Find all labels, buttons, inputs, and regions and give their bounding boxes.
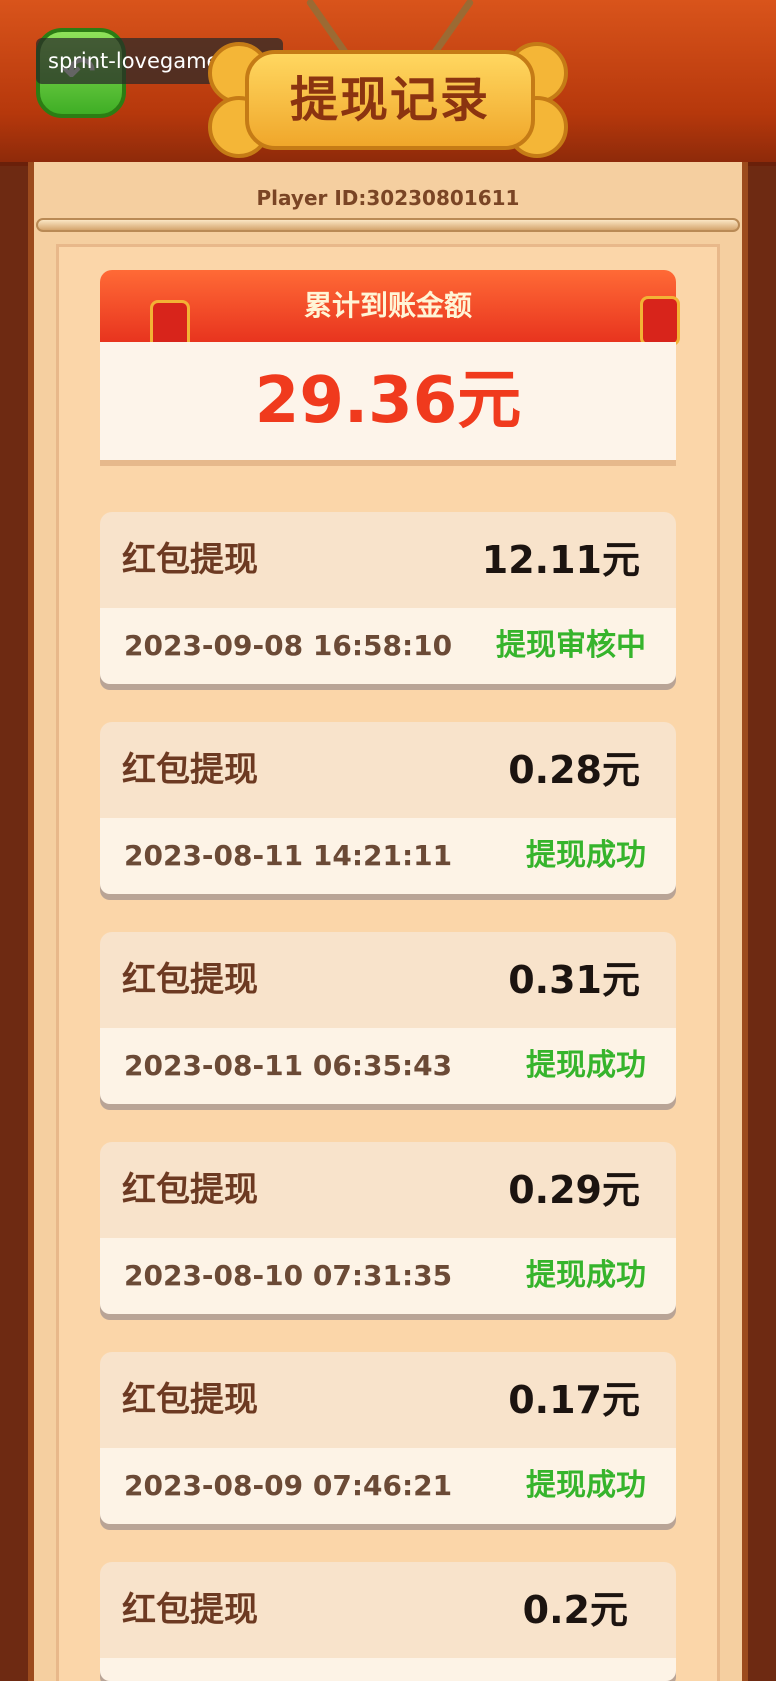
- record-amount: 12.11元: [481, 538, 640, 582]
- red-envelope-icon: [640, 296, 680, 346]
- record-label: 红包提现: [122, 960, 258, 1000]
- record-time: 2023-09-08 16:58:10: [124, 629, 453, 662]
- record-label: 红包提现: [122, 1590, 258, 1630]
- record-card: 红包提现 0.31元 2023-08-11 06:35:43 提现成功: [100, 932, 676, 1108]
- record-footer: 2023-09-08 16:58:10 提现审核中: [100, 608, 676, 684]
- title-banner: 提现记录: [245, 50, 535, 150]
- record-card: 红包提现 0.29元 2023-08-10 07:31:35 提现成功: [100, 1142, 676, 1318]
- record-card: 红包提现 0.17元 2023-08-09 07:46:21 提现成功: [100, 1352, 676, 1528]
- record-amount: 0.28元: [508, 748, 640, 792]
- record-label: 红包提现: [122, 1380, 258, 1420]
- record-card: 红包提现 12.11元 2023-09-08 16:58:10 提现审核中: [100, 512, 676, 688]
- total-amount: 29.36元: [254, 364, 522, 438]
- record-footer: 2023-08-09 07:46:21 提现成功: [100, 1448, 676, 1524]
- total-panel: 29.36元: [100, 342, 676, 460]
- record-status: 提现成功: [526, 1048, 646, 1083]
- record-footer: 2023-08-11 14:21:11 提现成功: [100, 818, 676, 894]
- record-footer: [100, 1658, 676, 1681]
- record-card: 红包提现 0.28元 2023-08-11 14:21:11 提现成功: [100, 722, 676, 898]
- record-header: 红包提现 0.28元: [100, 722, 676, 818]
- record-status: 提现成功: [526, 1468, 646, 1503]
- record-status: 提现审核中: [496, 628, 646, 663]
- record-footer: 2023-08-11 06:35:43 提现成功: [100, 1028, 676, 1104]
- record-header: 红包提现 0.17元: [100, 1352, 676, 1448]
- scroll-rod: [36, 218, 740, 232]
- record-time: 2023-08-10 07:31:35: [124, 1259, 453, 1292]
- record-time: 2023-08-09 07:46:21: [124, 1469, 453, 1502]
- record-header: 红包提现 0.2元: [100, 1562, 676, 1658]
- record-card: 红包提现 0.2元: [100, 1562, 676, 1681]
- record-label: 红包提现: [122, 750, 258, 790]
- record-header: 红包提现 12.11元: [100, 512, 676, 608]
- record-amount: 0.17元: [508, 1378, 640, 1422]
- player-id: Player ID:30230801611: [256, 186, 520, 210]
- record-status: 提现成功: [526, 1258, 646, 1293]
- page-title: 提现记录: [289, 72, 490, 128]
- record-time: 2023-08-11 14:21:11: [124, 839, 453, 872]
- record-status: 提现成功: [526, 838, 646, 873]
- record-amount: 0.29元: [508, 1168, 640, 1212]
- record-label: 红包提现: [122, 540, 258, 580]
- record-footer: 2023-08-10 07:31:35 提现成功: [100, 1238, 676, 1314]
- record-header: 红包提现 0.31元: [100, 932, 676, 1028]
- record-time: 2023-08-11 06:35:43: [124, 1049, 453, 1082]
- record-amount: 0.31元: [508, 958, 640, 1002]
- record-amount: 0.2元: [522, 1588, 628, 1632]
- record-header: 红包提现 0.29元: [100, 1142, 676, 1238]
- record-label: 红包提现: [122, 1170, 258, 1210]
